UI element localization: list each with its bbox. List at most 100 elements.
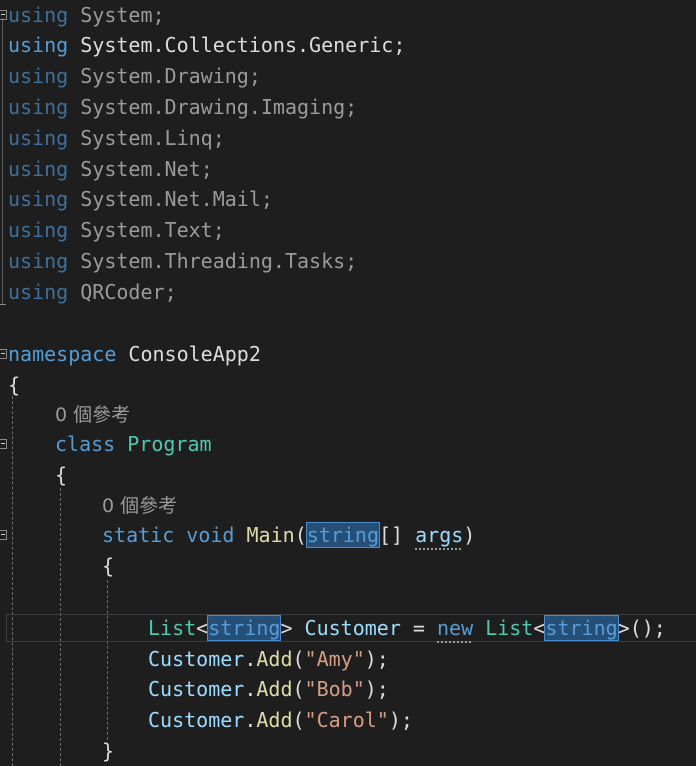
semicolon: ;	[345, 95, 358, 119]
code-line-method-open-brace[interactable]: {	[0, 551, 114, 582]
keyword: using	[8, 95, 69, 119]
semicolon: ;	[393, 33, 406, 57]
semicolon: ;	[260, 187, 273, 211]
namespace-ref: System.Drawing.Imaging	[80, 95, 346, 119]
namespace-ref: System.Linq	[80, 126, 213, 150]
dot: .	[244, 708, 257, 732]
semicolon: ;	[212, 218, 225, 242]
namespace-ref: System.Drawing	[80, 64, 249, 88]
string-keyword-highlighted: string	[305, 522, 380, 548]
void-keyword: void	[186, 523, 235, 547]
collapse-icon[interactable]	[0, 10, 7, 20]
code-line-method[interactable]: static void Main(string[] args)	[0, 520, 475, 551]
collapse-icon[interactable]	[0, 349, 7, 359]
code-line-using-7[interactable]: using System.Net.Mail;	[0, 184, 273, 215]
namespace-ref: System.Net.Mail	[80, 187, 261, 211]
parameter-name: args	[415, 523, 464, 547]
code-line-using-9[interactable]: using System.Threading.Tasks;	[0, 246, 357, 277]
reference-count[interactable]: 0 個參考	[55, 404, 130, 426]
reference-count[interactable]: 0 個參考	[102, 495, 177, 517]
method-call-name: Add	[256, 708, 293, 732]
code-editor[interactable]: using System; using System.Collections.G…	[0, 0, 696, 766]
namespace-ref: System.Net	[80, 157, 201, 181]
dot: .	[244, 677, 257, 701]
semicolon: ;	[212, 126, 225, 150]
namespace-ref: System.Text	[80, 218, 213, 242]
assign-operator: =	[400, 616, 438, 640]
open-brace: {	[102, 554, 115, 578]
open-paren: (	[292, 647, 305, 671]
string-literal: "Carol"	[304, 708, 389, 732]
keyword: using	[8, 157, 69, 181]
code-line-add-amy[interactable]: Customer.Add("Amy");	[0, 644, 389, 675]
generic-close: >	[617, 616, 630, 640]
keyword: using	[8, 280, 69, 304]
string-literal: "Bob"	[304, 677, 365, 701]
codelens-method-references[interactable]: 0 個參考	[0, 490, 177, 521]
code-line-add-bob[interactable]: Customer.Add("Bob");	[0, 674, 389, 705]
string-keyword-highlighted: string	[207, 615, 282, 641]
keyword: using	[8, 126, 69, 150]
method-call-name: Add	[256, 677, 293, 701]
code-line-using-8[interactable]: using System.Text;	[0, 215, 225, 246]
object-name: Customer	[148, 708, 245, 732]
code-line-using-10[interactable]: using QRCoder;	[0, 277, 177, 308]
method-call-name: Add	[256, 647, 293, 671]
code-line-namespace[interactable]: namespace ConsoleApp2	[0, 339, 261, 370]
keyword: using	[8, 33, 69, 57]
call-end: );	[388, 708, 413, 732]
class-keyword: class	[55, 432, 116, 456]
list-type: List	[485, 616, 534, 640]
keyword: using	[8, 64, 69, 88]
keyword: using	[8, 187, 69, 211]
code-line-namespace-open-brace[interactable]: {	[0, 370, 48, 401]
code-line-using-2[interactable]: using System.Collections.Generic;	[0, 30, 405, 61]
dot: .	[244, 647, 257, 671]
class-name: Program	[127, 432, 212, 456]
close-paren: )	[463, 523, 476, 547]
indent-guide-method	[107, 580, 108, 740]
namespace-ref: System.Collections.Generic	[80, 33, 394, 57]
namespace-keyword: namespace	[8, 342, 117, 366]
generic-open: <	[196, 616, 209, 640]
code-line-using-3[interactable]: using System.Drawing;	[0, 61, 261, 92]
code-line-using-4[interactable]: using System.Drawing.Imaging;	[0, 92, 357, 123]
string-literal: "Amy"	[304, 647, 365, 671]
code-line-using-6[interactable]: using System.Net;	[0, 154, 213, 185]
call-end: );	[364, 647, 389, 671]
collapse-icon[interactable]	[0, 530, 7, 540]
list-type: List	[148, 616, 197, 640]
code-line-class-open-brace[interactable]: {	[0, 460, 67, 491]
namespace-ref: System.Threading.Tasks	[80, 249, 346, 273]
object-name: Customer	[148, 647, 245, 671]
namespace-ref: QRCoder	[80, 280, 165, 304]
code-line-list-declaration[interactable]: List<string> Customer = new List<string>…	[0, 613, 666, 644]
code-line-method-close-brace[interactable]: }	[0, 736, 114, 766]
constructor-call-end: ();	[629, 616, 666, 640]
namespace-name: ConsoleApp2	[128, 342, 261, 366]
method-name: Main	[246, 523, 295, 547]
collapse-icon[interactable]	[0, 439, 7, 449]
code-line-using-1[interactable]: using System;	[0, 0, 165, 31]
close-brace: }	[102, 739, 115, 763]
open-brace: {	[8, 373, 21, 397]
semicolon: ;	[248, 64, 261, 88]
open-paren: (	[294, 523, 307, 547]
semicolon: ;	[200, 157, 213, 181]
semicolon: ;	[164, 280, 177, 304]
semicolon: ;	[152, 3, 165, 27]
generic-open: <	[533, 616, 546, 640]
array-brackets: []	[378, 523, 416, 547]
string-keyword-highlighted: string	[544, 615, 619, 641]
keyword: using	[8, 218, 69, 242]
code-line-using-5[interactable]: using System.Linq;	[0, 123, 225, 154]
open-brace: {	[55, 463, 68, 487]
code-line-class[interactable]: class Program	[0, 429, 212, 460]
codelens-class-references[interactable]: 0 個參考	[0, 399, 130, 430]
code-line-add-carol[interactable]: Customer.Add("Carol");	[0, 705, 413, 736]
object-name: Customer	[148, 677, 245, 701]
keyword: using	[8, 249, 69, 273]
variable-name: Customer	[292, 616, 401, 640]
open-paren: (	[292, 708, 305, 732]
